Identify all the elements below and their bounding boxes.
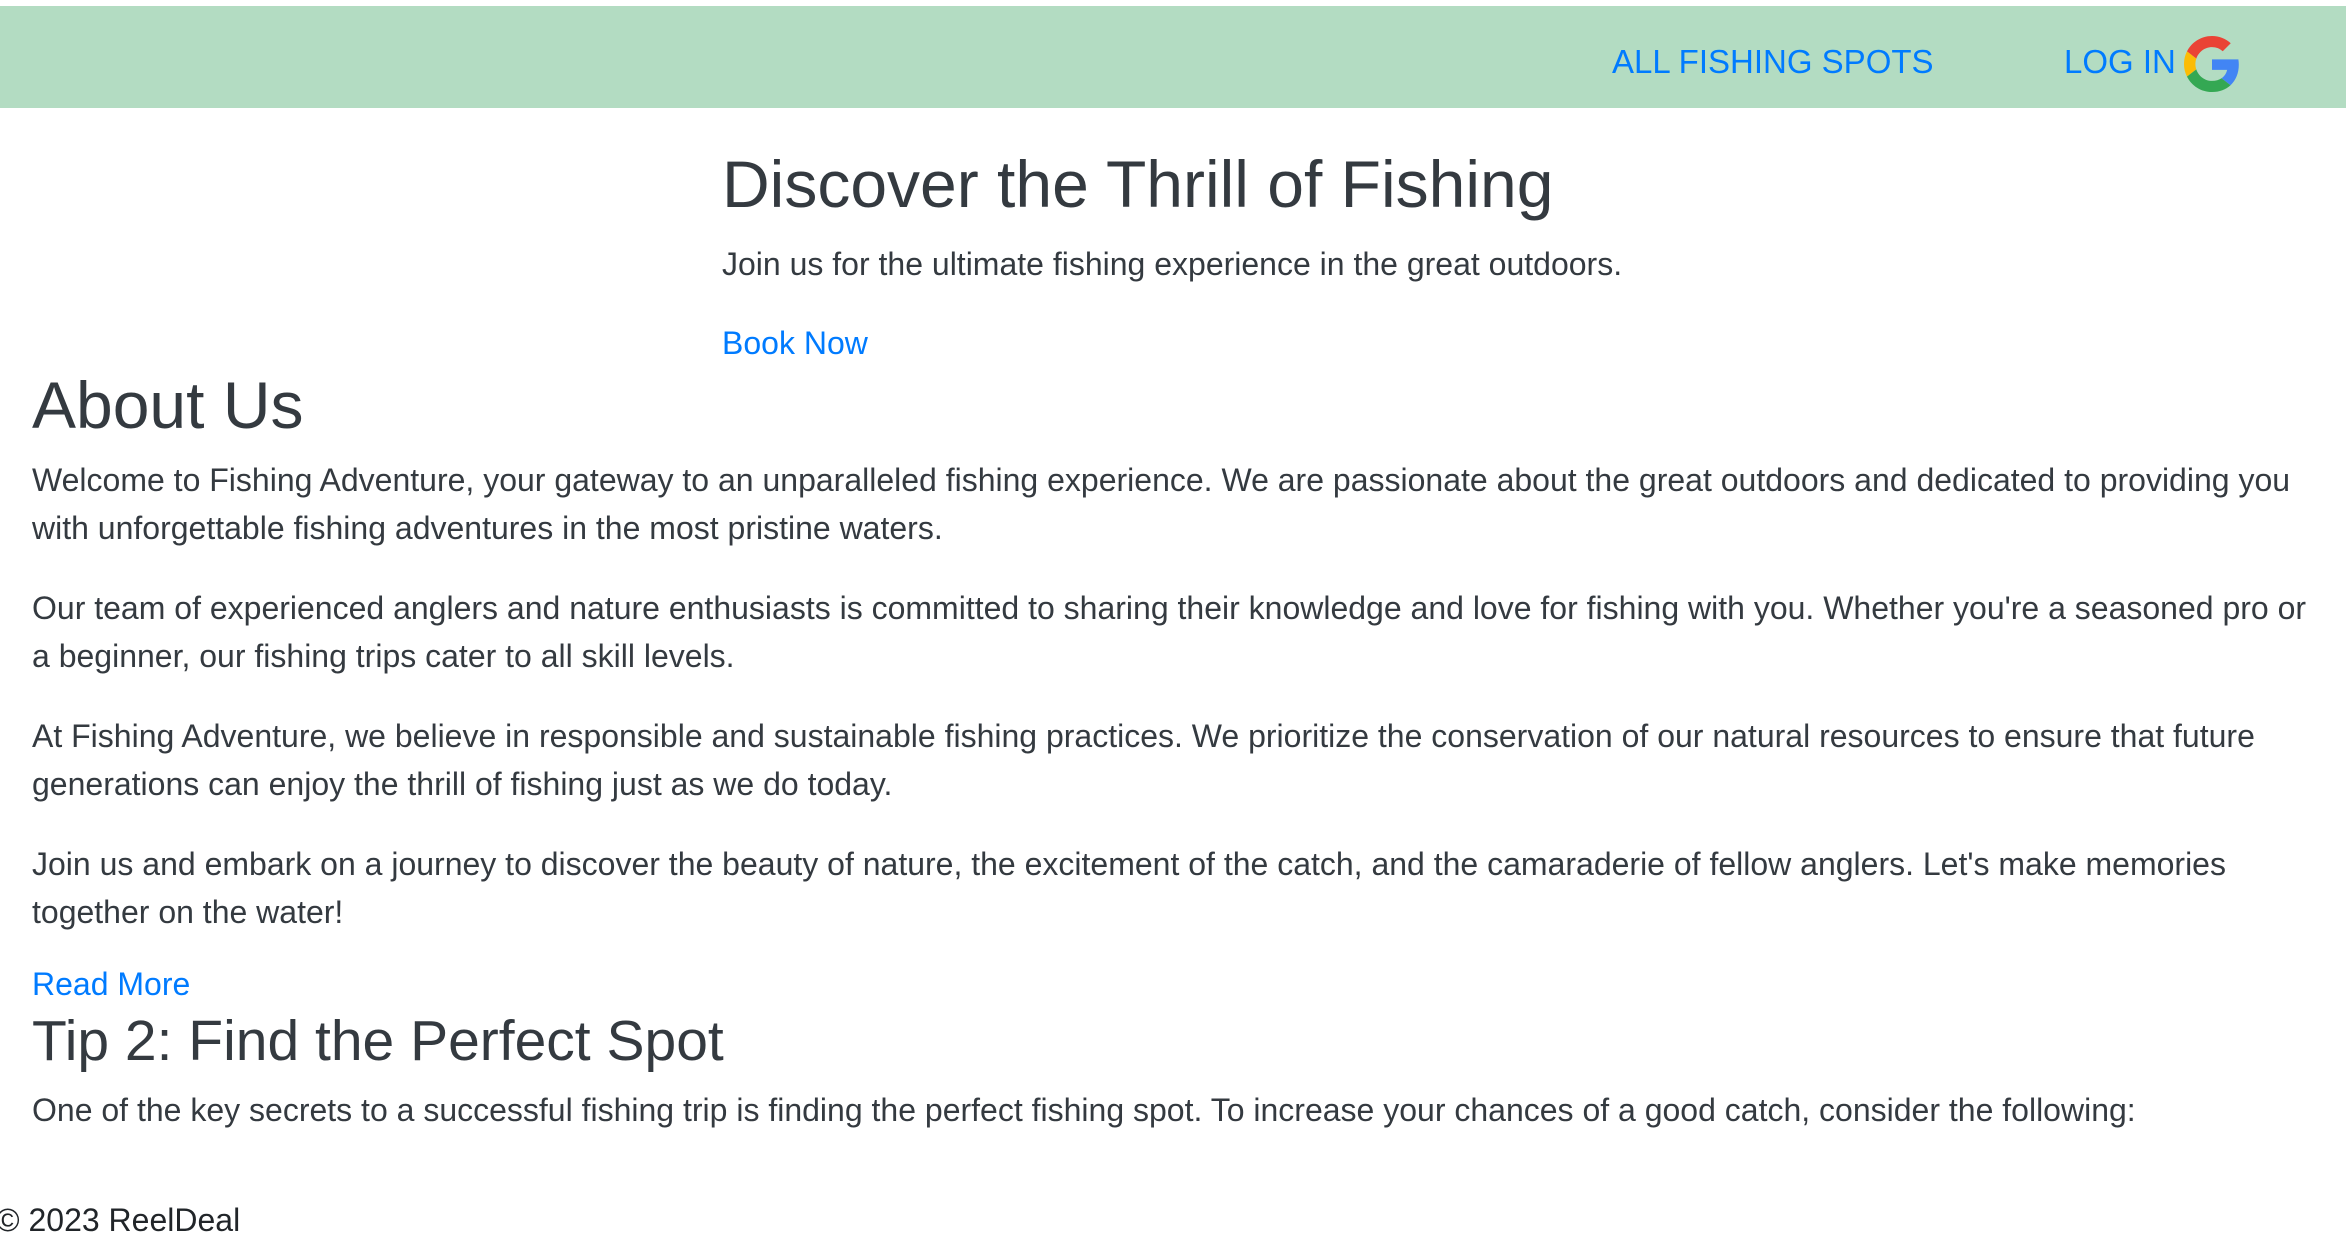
main-content: About Us Welcome to Fishing Adventure, y… <box>32 364 2322 1134</box>
footer-copyright: © 2023 ReelDeal <box>0 1202 241 1238</box>
about-paragraph: At Fishing Adventure, we believe in resp… <box>32 718 2255 802</box>
tip-intro: One of the key secrets to a successful f… <box>32 1092 2136 1128</box>
nav-login-link[interactable]: LOG IN <box>2064 42 2176 82</box>
book-now-link[interactable]: Book Now <box>722 323 868 363</box>
about-paragraph: Our team of experienced anglers and natu… <box>32 590 2307 674</box>
about-paragraph: Welcome to Fishing Adventure, your gatew… <box>32 462 2291 546</box>
clipped-list-item <box>32 1186 2322 1196</box>
google-g-icon[interactable] <box>2184 36 2240 92</box>
about-paragraph: Join us and embark on a journey to disco… <box>32 846 2226 930</box>
about-us-heading: About Us <box>32 368 304 442</box>
tip-heading: Tip 2: Find the Perfect Spot <box>32 1009 724 1073</box>
page: ALL FISHING SPOTS LOG IN Discover the Th… <box>0 0 2346 1242</box>
hero-title: Discover the Thrill of Fishing <box>722 147 1554 221</box>
top-navbar: ALL FISHING SPOTS LOG IN <box>0 6 2346 108</box>
read-more-link[interactable]: Read More <box>32 964 2322 1004</box>
nav-all-fishing-spots-link[interactable]: ALL FISHING SPOTS <box>1612 42 1934 82</box>
hero-subtitle: Join us for the ultimate fishing experie… <box>722 246 1623 282</box>
